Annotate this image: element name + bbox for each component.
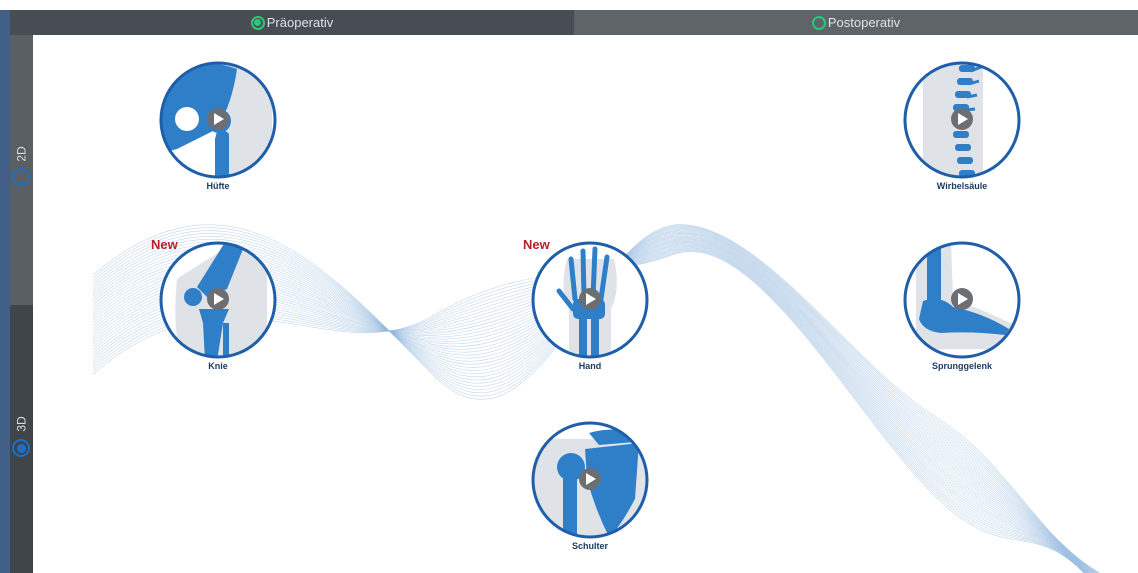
ankle-bone-icon — [903, 241, 1021, 359]
new-badge: New — [523, 237, 550, 252]
sidebar-item-2d[interactable]: 2D — [10, 35, 33, 305]
joint-label: Sprunggelenk — [931, 361, 992, 371]
joint-label: Hand — [578, 361, 602, 371]
joint-label: Hüfte — [206, 181, 230, 191]
spine-bone-icon — [903, 61, 1021, 179]
radio-unselected-icon — [811, 15, 826, 30]
joint-knee[interactable]: New Knie — [151, 237, 283, 371]
hip-bone-icon — [159, 61, 277, 179]
view-mode-sidebar: 2D 3D — [10, 35, 33, 573]
joint-label: Wirbelsäule — [936, 181, 988, 191]
tab-postoperativ[interactable]: Postoperativ — [574, 10, 1138, 35]
phase-tab-bar: Präoperativ Postoperativ — [10, 10, 1138, 35]
joint-shoulder[interactable]: Schulter — [525, 419, 655, 551]
joint-label: Schulter — [571, 541, 608, 551]
hand-bone-icon — [531, 241, 649, 359]
shoulder-bone-icon — [531, 421, 649, 539]
tab-label: Postoperativ — [827, 15, 901, 30]
sidebar-item-label: 3D — [14, 416, 29, 432]
left-edge — [0, 10, 10, 573]
joint-label: Knie — [208, 361, 228, 371]
radio-unselected-icon — [12, 168, 30, 186]
joint-spine[interactable]: Wirbelsäule — [897, 59, 1027, 191]
tab-praeoperativ[interactable]: Präoperativ — [10, 10, 574, 35]
joint-hand[interactable]: New Hand — [523, 237, 655, 371]
radio-selected-icon — [250, 15, 265, 30]
tab-label: Präoperativ — [266, 15, 334, 30]
joint-ankle[interactable]: Sprunggelenk — [897, 239, 1027, 371]
radio-selected-icon — [12, 439, 30, 457]
sidebar-item-label: 2D — [14, 146, 29, 162]
main-content: Hüfte Wirbelsäule New Knie New Hand Spru… — [33, 35, 1138, 573]
new-badge: New — [151, 237, 178, 252]
knee-bone-icon — [159, 241, 277, 359]
sidebar-item-3d[interactable]: 3D — [10, 305, 33, 573]
joint-hip[interactable]: Hüfte — [153, 59, 283, 191]
